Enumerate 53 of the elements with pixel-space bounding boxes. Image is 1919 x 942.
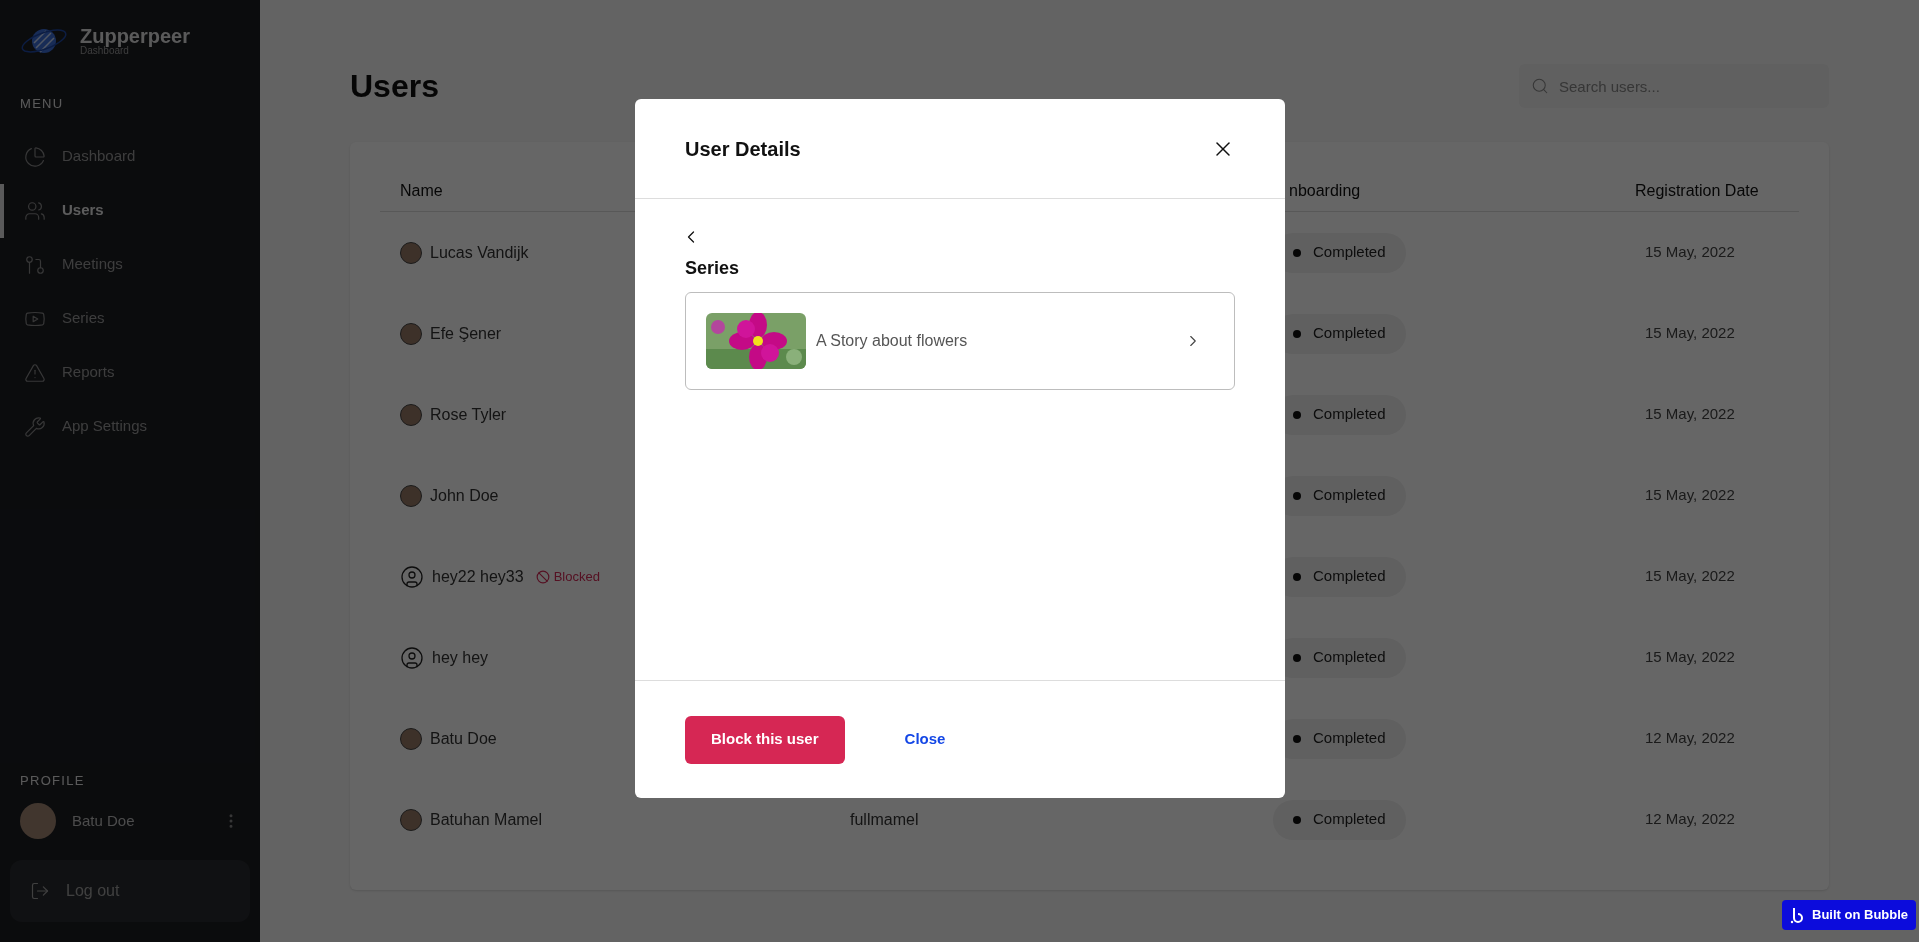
date-cell-text: 12 May, 2022 — [1644, 728, 1736, 749]
search-icon — [1531, 77, 1549, 95]
date-cell-text: 15 May, 2022 — [1644, 566, 1736, 587]
avatar — [400, 484, 422, 507]
user-placeholder-icon — [400, 645, 424, 670]
user-name: Efe Şener — [430, 323, 502, 344]
block-user-button[interactable]: Block this user — [685, 715, 845, 764]
series-title: A Story about flowers — [816, 331, 969, 351]
brand-name: Zupperpeer — [80, 26, 191, 46]
user-name: Batuhan Mamel — [430, 809, 543, 830]
user-name: John Doe — [430, 485, 499, 506]
date-cell-text: 15 May, 2022 — [1644, 404, 1736, 425]
users-icon — [24, 199, 46, 222]
username-cell: fullmamel — [850, 810, 919, 828]
modal-title: User Details — [685, 136, 801, 162]
user-name: Batu Doe — [430, 728, 497, 749]
warning-icon — [24, 361, 46, 384]
profile-label: PROFILE — [19, 771, 86, 790]
brand-subtitle: Dashboard — [80, 46, 129, 56]
avatar — [400, 241, 422, 264]
column-header: Name — [399, 180, 444, 201]
user-name: hey22 hey33 — [432, 566, 524, 587]
close-link[interactable]: Close — [904, 728, 946, 751]
avatar — [400, 808, 422, 831]
blocked-badge: Blocked — [535, 566, 600, 587]
user-name: Lucas Vandijk — [430, 242, 529, 263]
logout-icon — [30, 881, 50, 901]
date-cell-text: 15 May, 2022 — [1644, 323, 1736, 344]
avatar — [20, 803, 56, 839]
user-name: hey hey — [432, 647, 489, 668]
date-cell-text: 15 May, 2022 — [1644, 647, 1736, 668]
column-header: Registration Date — [1635, 180, 1760, 201]
branch-icon — [24, 253, 46, 276]
avatar — [400, 403, 422, 426]
date-cell-text: 12 May, 2022 — [1644, 809, 1736, 830]
bubble-logo-icon — [1790, 906, 1804, 924]
page-title: Users — [350, 67, 439, 106]
avatar — [400, 322, 422, 345]
built-on-bubble-badge[interactable]: Built on Bubble — [1782, 900, 1917, 930]
wrench-icon — [24, 415, 46, 438]
user-placeholder-icon — [400, 564, 424, 589]
user-name: Rose Tyler — [430, 404, 507, 425]
profile-name: Batu Doe — [72, 810, 136, 831]
avatar — [400, 727, 422, 750]
section-title: Series — [685, 257, 741, 280]
pie-chart-icon — [24, 145, 46, 168]
status-pill: Completed — [1273, 799, 1406, 840]
column-header: nboarding — [1289, 180, 1362, 201]
series-card[interactable]: A Story about flowers — [685, 292, 1235, 390]
menu-label: MENU — [19, 95, 65, 113]
sidebar-item[interactable]: Users — [0, 183, 260, 238]
date-cell-text: 15 May, 2022 — [1644, 242, 1736, 263]
date-cell-text: 15 May, 2022 — [1644, 485, 1736, 506]
